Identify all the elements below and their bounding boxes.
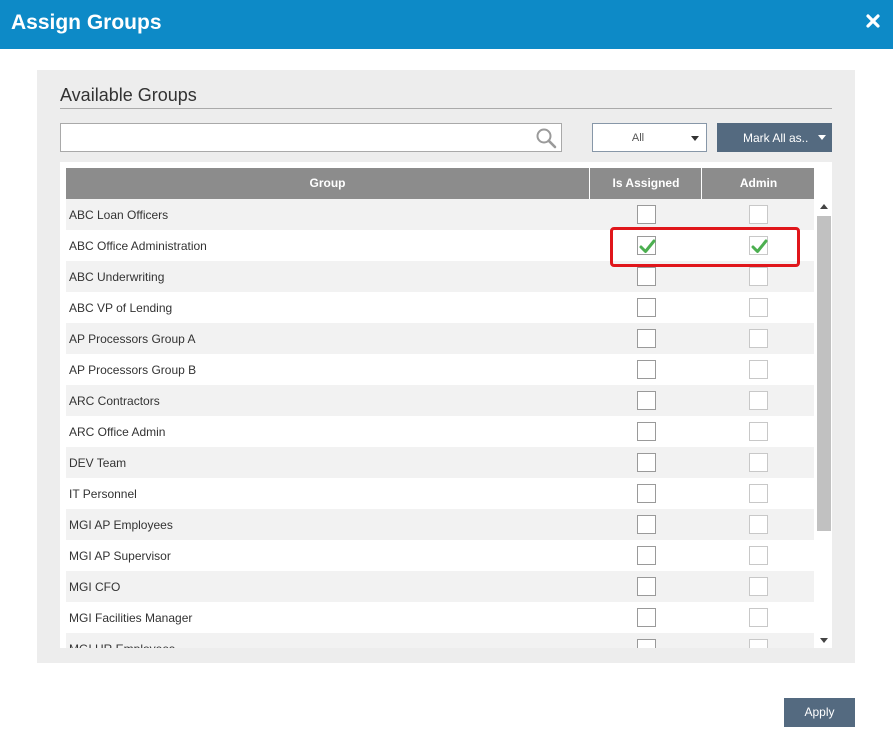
column-header-group[interactable]: Group	[66, 168, 590, 199]
group-name: DEV Team	[69, 456, 127, 470]
table-row: MGI HR Employees	[66, 633, 814, 648]
mark-all-label: Mark All as..	[743, 131, 809, 145]
group-name: IT Personnel	[69, 487, 137, 501]
title-divider	[60, 108, 832, 109]
is-assigned-checkbox[interactable]	[637, 236, 656, 255]
group-name: AP Processors Group A	[69, 332, 196, 346]
is-assigned-checkbox[interactable]	[637, 484, 656, 503]
admin-checkbox[interactable]	[749, 391, 768, 410]
admin-checkbox[interactable]	[749, 329, 768, 348]
group-name: ARC Office Admin	[69, 425, 166, 439]
table-row: ABC Loan Officers	[66, 199, 814, 230]
admin-checkbox[interactable]	[749, 484, 768, 503]
group-name: ABC Office Administration	[69, 239, 207, 253]
table-row: AP Processors Group A	[66, 323, 814, 354]
table-row: MGI AP Supervisor	[66, 540, 814, 571]
table-row: ABC Underwriting	[66, 261, 814, 292]
is-assigned-checkbox[interactable]	[637, 453, 656, 472]
is-assigned-checkbox[interactable]	[637, 639, 656, 648]
admin-checkbox[interactable]	[749, 236, 768, 255]
table-row: MGI AP Employees	[66, 509, 814, 540]
group-name: MGI AP Employees	[69, 518, 173, 532]
table-row: IT Personnel	[66, 478, 814, 509]
admin-checkbox[interactable]	[749, 608, 768, 627]
search-icon[interactable]	[535, 127, 557, 149]
admin-checkbox[interactable]	[749, 639, 768, 648]
close-icon[interactable]	[865, 13, 881, 29]
chevron-down-icon	[691, 136, 699, 141]
table-row: MGI CFO	[66, 571, 814, 602]
admin-checkbox[interactable]	[749, 422, 768, 441]
available-groups-panel: Available Groups All Mark All as.. Group…	[37, 70, 855, 663]
is-assigned-checkbox[interactable]	[637, 298, 656, 317]
is-assigned-checkbox[interactable]	[637, 422, 656, 441]
group-name: AP Processors Group B	[69, 363, 197, 377]
table-row: DEV Team	[66, 447, 814, 478]
filter-selected-value: All	[631, 132, 645, 144]
group-name: ABC Loan Officers	[69, 208, 169, 222]
group-name: MGI CFO	[69, 580, 121, 594]
table-row: ARC Contractors	[66, 385, 814, 416]
is-assigned-checkbox[interactable]	[637, 267, 656, 286]
column-header-is-assigned[interactable]: Is Assigned	[591, 168, 702, 199]
table-row: ABC Office Administration	[66, 230, 814, 261]
table-row: ARC Office Admin	[66, 416, 814, 447]
group-name: MGI AP Supervisor	[69, 549, 171, 563]
column-header-admin[interactable]: Admin	[703, 168, 814, 199]
dialog-title: Assign Groups	[11, 11, 162, 34]
table-row: MGI Facilities Manager	[66, 602, 814, 633]
is-assigned-checkbox[interactable]	[637, 577, 656, 596]
group-name: MGI Facilities Manager	[69, 611, 193, 625]
group-name: ABC VP of Lending	[69, 301, 173, 315]
table-row: ABC VP of Lending	[66, 292, 814, 323]
admin-checkbox[interactable]	[749, 360, 768, 379]
scroll-down-arrow-icon[interactable]	[820, 638, 828, 643]
grid-scrollbar[interactable]	[817, 201, 831, 648]
admin-checkbox[interactable]	[749, 267, 768, 286]
is-assigned-checkbox[interactable]	[637, 546, 656, 565]
dialog-titlebar: Assign Groups	[0, 0, 893, 49]
grid-rows: ABC Loan Officers ABC Office Administrati…	[66, 199, 814, 648]
admin-checkbox[interactable]	[749, 205, 768, 224]
apply-button[interactable]: Apply	[784, 698, 855, 727]
search-box	[60, 123, 562, 152]
is-assigned-checkbox[interactable]	[637, 391, 656, 410]
grid-header: Group Is Assigned Admin	[66, 168, 814, 199]
filter-dropdown[interactable]: All	[592, 123, 707, 152]
table-row: AP Processors Group B	[66, 354, 814, 385]
panel-title: Available Groups	[60, 85, 197, 105]
is-assigned-checkbox[interactable]	[637, 608, 656, 627]
admin-checkbox[interactable]	[749, 298, 768, 317]
is-assigned-checkbox[interactable]	[637, 515, 656, 534]
is-assigned-checkbox[interactable]	[637, 329, 656, 348]
admin-checkbox[interactable]	[749, 577, 768, 596]
is-assigned-checkbox[interactable]	[637, 360, 656, 379]
is-assigned-checkbox[interactable]	[637, 205, 656, 224]
group-name: MGI HR Employees	[69, 642, 175, 648]
admin-checkbox[interactable]	[749, 453, 768, 472]
group-name: ABC Underwriting	[69, 270, 165, 284]
group-name: ARC Contractors	[69, 394, 160, 408]
mark-all-as-button[interactable]: Mark All as..	[717, 123, 832, 152]
chevron-down-icon	[818, 135, 826, 140]
scroll-up-arrow-icon[interactable]	[820, 204, 828, 209]
scrollbar-thumb[interactable]	[817, 216, 831, 531]
groups-grid: Group Is Assigned Admin ABC Loan Officer…	[60, 162, 832, 648]
admin-checkbox[interactable]	[749, 515, 768, 534]
admin-checkbox[interactable]	[749, 546, 768, 565]
search-input[interactable]	[61, 124, 531, 151]
